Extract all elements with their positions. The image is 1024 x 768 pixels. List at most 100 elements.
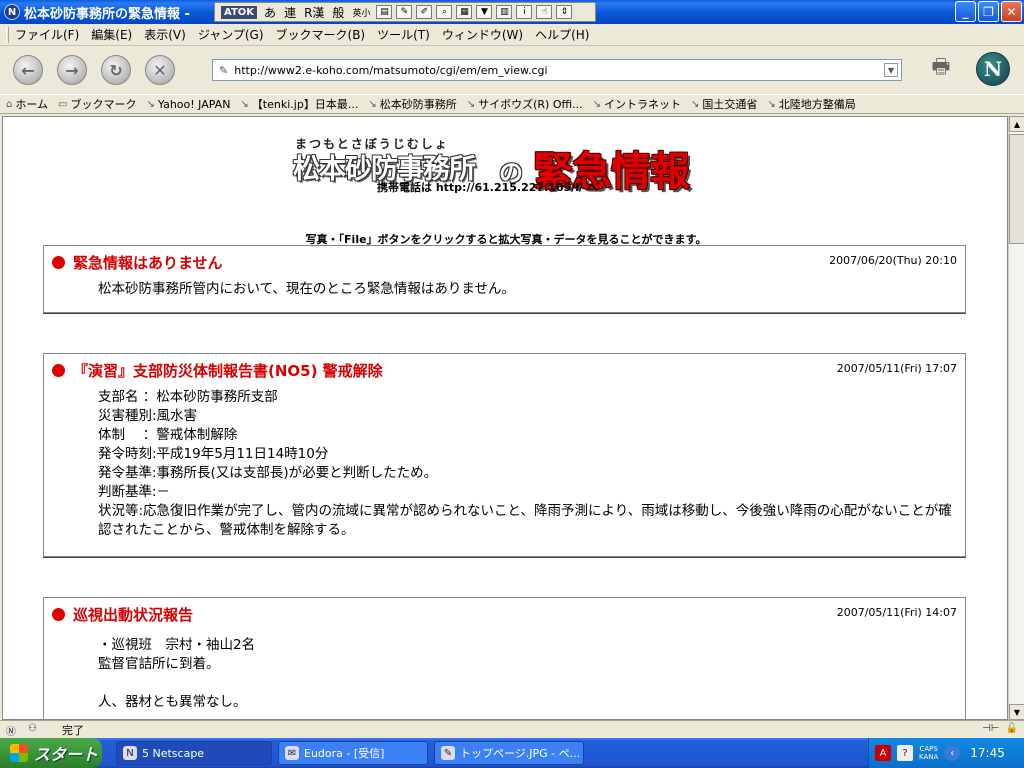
- ime-mode-han[interactable]: 般: [332, 4, 344, 21]
- panel-body: 支部名 ：松本砂防事務所支部 災害種別:風水害 体制 ：警戒体制解除 発令時刻:…: [98, 388, 958, 540]
- windows-flag-icon: [10, 744, 28, 762]
- forward-arrow-icon: →: [65, 60, 79, 80]
- bookmark-intranet[interactable]: ↘ イントラネット: [593, 96, 681, 112]
- panel-line: 発令時刻:平成19年5月11日14時10分: [98, 446, 329, 462]
- ime-hand-icon[interactable]: ☝: [536, 5, 553, 19]
- kana-indicator: KANA: [919, 753, 939, 761]
- info-panel: 『演習』支部防災体制報告書(NO5) 警戒解除 2007/05/11(Fri) …: [43, 353, 966, 557]
- menu-bookmarks[interactable]: ブックマーク(B): [276, 26, 366, 43]
- status-text: 完了: [62, 723, 84, 737]
- stop-button[interactable]: ✕: [145, 55, 175, 85]
- forward-button[interactable]: →: [57, 55, 87, 85]
- bookmark-folder[interactable]: ▭ ブックマーク: [58, 96, 136, 112]
- ime-edit-icon[interactable]: ✎: [396, 5, 413, 19]
- menu-go[interactable]: ジャンプ(G): [198, 26, 264, 43]
- title-bar[interactable]: N 松本砂防事務所の緊急情報 - ATOK あ 連 R漢 般 英小 ▤ ✎ ✐ …: [0, 0, 1024, 24]
- netscape-status-icon[interactable]: Ⓝ: [6, 723, 22, 738]
- ime-pen-icon[interactable]: ✐: [416, 5, 433, 19]
- ime-scroll-icon[interactable]: ⇕: [556, 5, 573, 19]
- tray-expand-icon[interactable]: ‹: [944, 745, 961, 761]
- clock: 17:45: [970, 746, 1005, 760]
- netscape-logo[interactable]: N: [976, 52, 1010, 86]
- ime-menu-icon[interactable]: ▤: [376, 5, 393, 19]
- link-icon: ↘: [368, 98, 377, 110]
- connection-icon[interactable]: ⚇: [28, 723, 44, 737]
- task-paint[interactable]: ✎ トップページ.JPG - ペ...: [434, 741, 584, 765]
- reload-button[interactable]: ↻: [101, 55, 131, 85]
- menu-grip: [6, 26, 9, 43]
- minimize-button[interactable]: _: [955, 1, 976, 22]
- scroll-thumb[interactable]: [1009, 134, 1024, 244]
- scroll-up-icon[interactable]: ▲: [1009, 116, 1024, 132]
- bookmark-mlit[interactable]: ↘ 国土交通省: [691, 96, 757, 112]
- link-icon: ↘: [592, 98, 602, 110]
- menu-help[interactable]: ヘルプ(H): [535, 26, 589, 43]
- panel-date: 2007/05/11(Fri) 14:07: [836, 606, 957, 619]
- panel-body: ・巡視班 宗村・袖山2名 監督官詰所に到着。 人、器材とも異常なし。: [98, 636, 958, 712]
- ime-down-icon[interactable]: ▼: [476, 5, 493, 19]
- system-tray: A ? CAPS KANA ‹ 17:45: [868, 738, 1024, 768]
- security-icon[interactable]: 🔓: [1006, 723, 1018, 734]
- ime-search-icon[interactable]: ⌕: [436, 5, 453, 19]
- task-netscape[interactable]: N 5 Netscape: [116, 741, 272, 765]
- ime-book-icon[interactable]: ▥: [496, 5, 513, 19]
- bookmark-cybozu[interactable]: ↘ サイボウズ(R) Offi...: [467, 96, 583, 112]
- vertical-scrollbar[interactable]: ▲ ▼: [1008, 116, 1024, 720]
- maximize-button[interactable]: ❐: [978, 1, 999, 22]
- panel-line: 人、器材とも異常なし。: [98, 694, 247, 710]
- panel-line: 判断基準:－: [98, 484, 171, 500]
- acrobat-tray-icon[interactable]: A: [875, 745, 891, 761]
- bookmark-yahoo[interactable]: ↘ Yahoo! JAPAN: [146, 98, 230, 111]
- ime-dict-icon[interactable]: ▦: [456, 5, 473, 19]
- ime-mode-hiragana[interactable]: あ: [264, 4, 276, 21]
- bookmark-matsumoto[interactable]: ↘ 松本砂防事務所: [368, 96, 456, 112]
- red-dot-icon: [52, 256, 65, 269]
- netscape-app-icon[interactable]: N: [4, 4, 20, 20]
- help-tray-icon[interactable]: ?: [897, 745, 913, 761]
- menu-bar: ファイル(F) 編集(E) 表示(V) ジャンプ(G) ブックマーク(B) ツー…: [0, 24, 1024, 46]
- menu-edit[interactable]: 編集(E): [91, 26, 132, 43]
- panel-line: 災害種別:風水害: [98, 408, 198, 424]
- reload-icon: ↻: [109, 60, 123, 80]
- panel-line: [98, 674, 958, 693]
- info-panel: 緊急情報はありません 2007/06/20(Thu) 20:10 松本砂防事務所…: [43, 245, 966, 313]
- paint-task-icon: ✎: [441, 746, 455, 760]
- ime-info-icon[interactable]: i: [516, 5, 533, 19]
- panel-title: 緊急情報はありません: [73, 254, 223, 272]
- panel-line: 松本砂防事務所管内において、現在のところ緊急情報はありません。: [98, 281, 516, 297]
- link-icon: ↘: [466, 98, 476, 110]
- ime-mode-rkan[interactable]: R漢: [304, 4, 324, 21]
- bookmarks-toolbar: ⌂ ホーム ▭ ブックマーク ↘ Yahoo! JAPAN ↘ 【tenki.jp】日本…: [0, 94, 1024, 114]
- page-content[interactable]: まつもとさぼうじむしょ 松本砂防事務所 の 緊急情報 携帯電話は http://…: [2, 116, 1008, 720]
- start-button[interactable]: スタート: [0, 738, 102, 768]
- close-button[interactable]: ✕: [1001, 1, 1022, 22]
- red-dot-icon: [52, 364, 65, 377]
- scroll-down-icon[interactable]: ▼: [1009, 704, 1024, 720]
- caps-indicator: CAPS: [919, 745, 938, 753]
- url-input[interactable]: [234, 63, 875, 77]
- back-button[interactable]: ←: [13, 55, 43, 85]
- menu-file[interactable]: ファイル(F): [15, 26, 79, 43]
- ime-mode-ren[interactable]: 連: [284, 4, 296, 21]
- red-dot-icon: [52, 608, 65, 621]
- menu-tools[interactable]: ツール(T): [377, 26, 430, 43]
- print-icon[interactable]: 🖶: [924, 54, 958, 84]
- menu-window[interactable]: ウィンドウ(W): [442, 26, 523, 43]
- panel-line: 発令基準:事務所長(又は支部長)が必要と判断したため。: [98, 465, 438, 481]
- mobile-url-note[interactable]: 携帯電話は http://61.215.227.165/i/ へ: [377, 179, 598, 195]
- ime-mode-eisho[interactable]: 英小: [352, 6, 370, 19]
- page-banner: まつもとさぼうじむしょ 松本砂防事務所 の 緊急情報 携帯電話は http://…: [293, 131, 723, 201]
- menu-view[interactable]: 表示(V): [144, 26, 186, 43]
- atok-label[interactable]: ATOK: [221, 5, 258, 19]
- url-dropdown-icon[interactable]: ▼: [884, 63, 898, 77]
- task-eudora[interactable]: ✉ Eudora - [受信]: [278, 741, 428, 765]
- link-icon: ↘: [691, 98, 700, 110]
- ime-toolbar[interactable]: ATOK あ 連 R漢 般 英小 ▤ ✎ ✐ ⌕ ▦ ▼ ▥ i ☝ ⇕: [214, 2, 596, 22]
- bookmark-hokuriku[interactable]: ↘ 北陸地方整備局: [767, 96, 855, 112]
- back-arrow-icon: ←: [21, 60, 35, 80]
- bookmark-home[interactable]: ⌂ ホーム: [6, 96, 48, 112]
- panel-title: 巡視出動状況報告: [73, 606, 194, 624]
- url-bar[interactable]: ✎ ▼: [212, 59, 902, 81]
- taskbar: スタート N 5 Netscape ✉ Eudora - [受信] ✎ トップペ…: [0, 738, 1024, 768]
- bookmark-tenki[interactable]: ↘ 【tenki.jp】日本最...: [240, 96, 358, 112]
